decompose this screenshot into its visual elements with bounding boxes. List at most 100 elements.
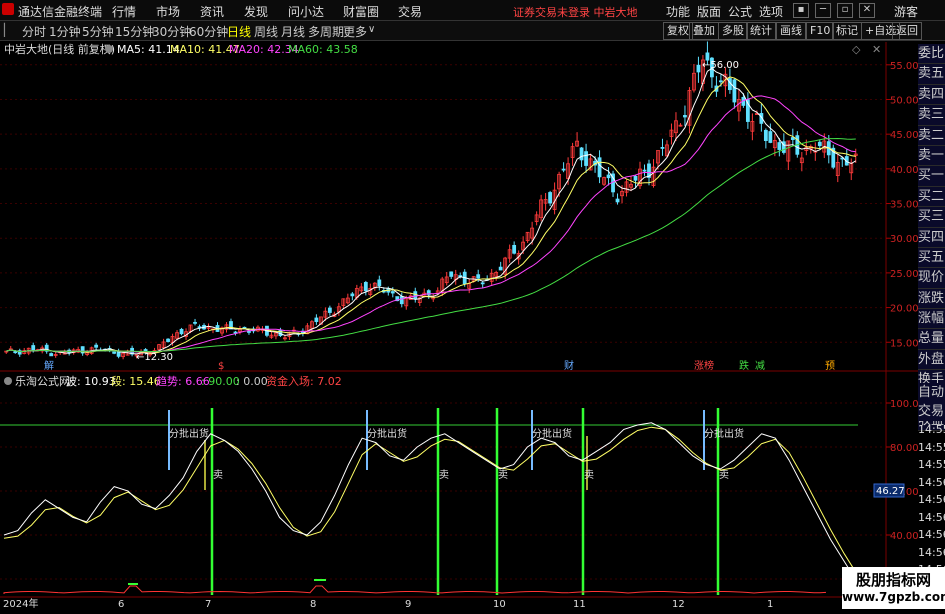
ma60-value: MA60: 43.58 (288, 43, 358, 56)
y-tick-label: 30.00 (890, 234, 919, 245)
trade-time: 14:56 (918, 475, 945, 489)
candle-body (579, 147, 584, 161)
y-tick-label: 35.00 (890, 200, 919, 211)
candle-body (94, 344, 99, 348)
trade-time: 14:55 (918, 440, 945, 454)
candle-body (247, 331, 251, 333)
side2-label[interactable]: 自动 (918, 383, 945, 402)
candle-body (166, 338, 170, 342)
side-label[interactable]: 卖二 (918, 125, 945, 146)
candle-body (597, 157, 602, 178)
y-tick-label: 15.00 (890, 338, 919, 349)
watermark-logo: 股朋指标网 www.7gpzb.com (842, 567, 945, 609)
side-label[interactable]: 买二 (918, 186, 945, 208)
candle-body (817, 141, 822, 147)
candle-body (363, 282, 368, 292)
side-label[interactable]: 现价 (918, 268, 945, 289)
time-label: 8 (310, 599, 316, 609)
time-label: 6 (118, 599, 124, 609)
candle-body (660, 147, 665, 149)
candle-body (719, 80, 723, 83)
candle-body (314, 317, 319, 322)
side2-label[interactable]: 交易 (918, 402, 945, 421)
diamond-icon[interactable]: ◇ (852, 43, 861, 56)
high-price-mark: ←56.00 (702, 60, 739, 71)
event-mark-s[interactable]: $ (218, 361, 224, 372)
side-label[interactable]: 买五 (918, 247, 945, 269)
trade-time: 14:55 (918, 458, 945, 471)
candle-body (449, 271, 454, 277)
event-mark-jie[interactable]: 解 (44, 359, 54, 372)
candle-body (615, 198, 620, 203)
y-tick-label: 45.00 (890, 130, 919, 141)
candle-body (512, 244, 517, 254)
candle-body (112, 351, 117, 354)
indicator-fund: 资金入场: 7.02 (266, 374, 342, 388)
indicator-v1: : 90.00 (201, 375, 240, 388)
candle-body (683, 115, 687, 118)
candle-body (768, 131, 773, 143)
candle-body (642, 169, 647, 172)
sell-label: 分批出货 (367, 427, 407, 440)
side-label[interactable]: 卖一 (918, 145, 945, 167)
close-panel-icon[interactable]: ✕ (872, 43, 881, 56)
trade-time: 14:56 (918, 545, 945, 559)
candle-body (377, 279, 382, 287)
candle-body (732, 79, 737, 103)
side-label[interactable]: 总量 (918, 329, 945, 350)
candle-body (350, 293, 355, 297)
settings-dot-icon[interactable] (105, 45, 113, 53)
event-mark-jian[interactable]: 减 (755, 360, 765, 372)
ma-line-ma10 (6, 76, 856, 354)
candle-body (584, 151, 588, 166)
side-label[interactable]: 委比 (918, 44, 945, 65)
y-tick-label: 50.00 (890, 95, 919, 106)
candle-body (777, 142, 782, 150)
candle-body (193, 321, 197, 324)
candle-body (498, 266, 503, 271)
sell-mark: 卖 (719, 469, 729, 481)
side-label[interactable]: 卖四 (918, 84, 945, 106)
side-label[interactable]: 外盘 (918, 349, 945, 371)
watermark-url: www.7gpzb.com (842, 590, 945, 604)
side-label[interactable]: 卖五 (918, 64, 945, 85)
time-label: 1 (767, 599, 773, 609)
event-mark-die[interactable]: 跌 (739, 359, 749, 372)
event-mark-yu[interactable]: 预 (825, 360, 835, 372)
y-tick-label: 25.00 (890, 269, 919, 280)
candle-body (233, 331, 238, 334)
side-label[interactable]: 买三 (918, 207, 945, 228)
y-tick-label: 40.00 (890, 165, 919, 176)
fund-line (3, 585, 827, 594)
settings-dot-icon[interactable] (4, 377, 12, 385)
side-label[interactable]: 涨幅 (918, 309, 945, 330)
trade-time: 14:56 (918, 510, 945, 524)
candle-body (179, 328, 184, 335)
time-label: 9 (405, 599, 411, 609)
sell-mark: 卖 (584, 469, 594, 481)
side-label[interactable]: 买四 (918, 227, 945, 248)
sell-mark: 卖 (439, 469, 449, 481)
time-label: 12 (672, 599, 685, 609)
candle-body (327, 307, 332, 313)
y-tick-label: 40.00 (890, 531, 919, 542)
side-label[interactable]: 卖三 (918, 105, 945, 126)
side-label[interactable]: 涨跌 (918, 288, 945, 310)
ma-line-ma5 (6, 67, 857, 355)
time-label: 11 (573, 599, 586, 609)
sell-label: 分批出货 (532, 427, 572, 440)
trade-time: 14:56 (918, 528, 945, 541)
event-mark-zhangting[interactable]: 涨榜 (694, 359, 714, 372)
candle-body (548, 192, 553, 204)
y-tick-label: 20.00 (890, 304, 919, 315)
candle-body (696, 64, 701, 73)
sell-label: 分批出货 (704, 427, 744, 440)
side-label[interactable]: 买一 (918, 166, 945, 187)
main-chart-title: 中岩大地(日线 前复权) (4, 42, 115, 56)
stock-chart[interactable]: 15.00 20.00 25.00 30.00 35.00 40.00 45.00 50.00… (0, 0, 945, 609)
candle-body (476, 274, 481, 279)
event-mark-cai[interactable]: 财 (564, 359, 574, 372)
candle-body (31, 345, 36, 351)
cursor-value: 46.27 (876, 486, 905, 497)
candle-body (633, 175, 638, 181)
